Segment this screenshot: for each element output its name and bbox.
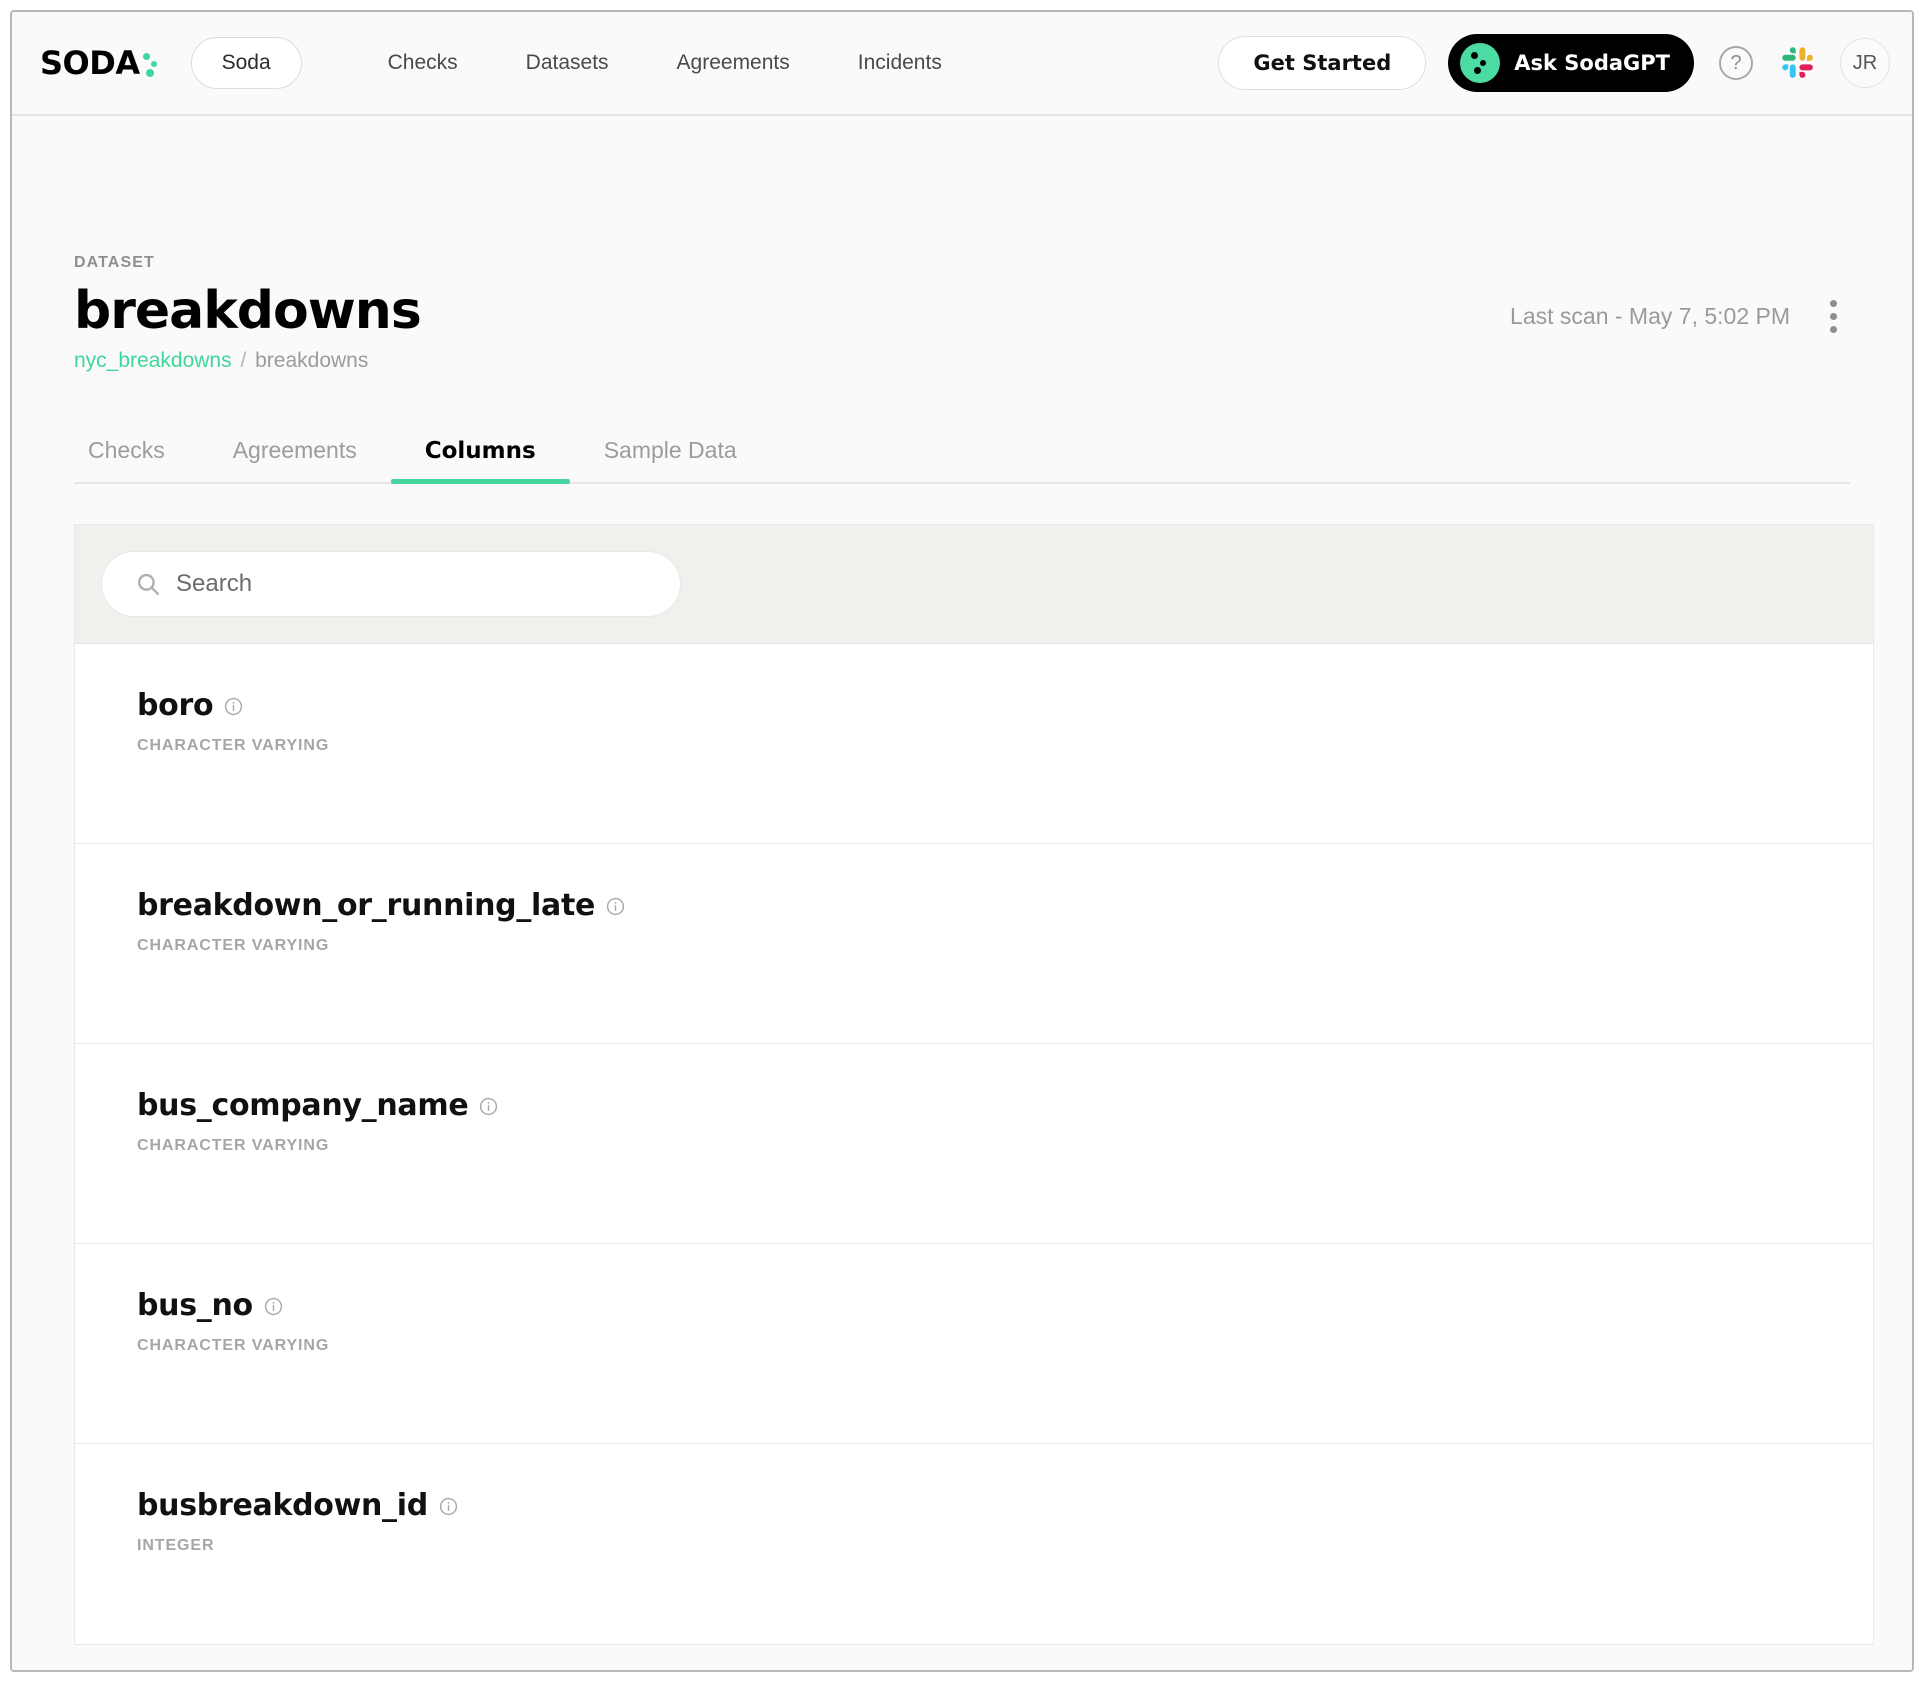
workspace-switcher-button[interactable]: Soda	[191, 37, 302, 89]
dataset-header: DATASET breakdowns nyc_breakdowns / brea…	[74, 116, 1850, 373]
nav-item-agreements[interactable]: Agreements	[643, 41, 824, 85]
nav-item-checks[interactable]: Checks	[354, 41, 492, 85]
nav-item-datasets[interactable]: Datasets	[492, 41, 643, 85]
info-icon[interactable]	[439, 1497, 458, 1516]
more-options-kebab-icon[interactable]	[1816, 296, 1850, 336]
breadcrumb: nyc_breakdowns / breakdowns	[74, 349, 1850, 373]
soda-logo[interactable]: SODA	[40, 44, 163, 82]
last-scan-label: Last scan - May 7, 5:02 PM	[1510, 303, 1790, 330]
info-icon[interactable]	[479, 1097, 498, 1116]
column-name: busbreakdown_id	[137, 1488, 428, 1523]
column-row-busbreakdown-id[interactable]: busbreakdown_id INTEGER	[75, 1444, 1873, 1644]
search-wrapper	[101, 551, 681, 617]
info-icon[interactable]	[606, 897, 625, 916]
column-type: INTEGER	[137, 1537, 1811, 1555]
breadcrumb-current: breakdowns	[255, 349, 368, 372]
ask-sodagpt-button[interactable]: Ask SodaGPT	[1448, 34, 1694, 92]
column-type: CHARACTER VARYING	[137, 1137, 1811, 1155]
column-name-line: bus_company_name	[137, 1088, 1811, 1123]
tab-sample-data[interactable]: Sample Data	[570, 425, 771, 482]
slack-icon	[1781, 46, 1815, 80]
column-row-breakdown-or-running-late[interactable]: breakdown_or_running_late CHARACTER VARY…	[75, 844, 1873, 1044]
search-input[interactable]	[101, 551, 681, 617]
primary-nav-links: Checks Datasets Agreements Incidents	[354, 41, 976, 85]
page-content: DATASET breakdowns nyc_breakdowns / brea…	[12, 116, 1912, 1670]
info-icon[interactable]	[224, 697, 243, 716]
dataset-tabs: Checks Agreements Columns Sample Data	[74, 425, 1850, 484]
column-name-line: boro	[137, 688, 1811, 723]
top-navigation-bar: SODA Soda Checks Datasets Agreements Inc…	[12, 12, 1912, 116]
column-row-bus-company-name[interactable]: bus_company_name CHARACTER VARYING	[75, 1044, 1873, 1244]
info-icon[interactable]	[264, 1297, 283, 1316]
column-name-line: bus_no	[137, 1288, 1811, 1323]
logo-dots-icon	[141, 47, 163, 79]
breadcrumb-source-link[interactable]: nyc_breakdowns	[74, 349, 232, 372]
tab-checks[interactable]: Checks	[74, 425, 199, 482]
column-row-boro[interactable]: boro CHARACTER VARYING	[75, 644, 1873, 844]
sodagpt-avatar-icon	[1460, 43, 1500, 83]
column-name: breakdown_or_running_late	[137, 888, 595, 923]
ask-sodagpt-label: Ask SodaGPT	[1514, 51, 1670, 75]
column-name-line: busbreakdown_id	[137, 1488, 1811, 1523]
top-navigation-actions: Get Started Ask SodaGPT ? JR	[1218, 34, 1890, 92]
column-name: bus_no	[137, 1288, 253, 1323]
get-started-button[interactable]: Get Started	[1218, 36, 1426, 90]
columns-toolbar	[75, 525, 1873, 644]
breadcrumb-separator: /	[237, 349, 249, 372]
help-button[interactable]: ?	[1716, 43, 1756, 83]
column-type: CHARACTER VARYING	[137, 737, 1811, 755]
avatar-initials: JR	[1853, 52, 1877, 75]
dataset-header-actions: Last scan - May 7, 5:02 PM	[1510, 296, 1850, 336]
browser-window: SODA Soda Checks Datasets Agreements Inc…	[10, 10, 1914, 1672]
column-name: boro	[137, 688, 213, 723]
column-row-bus-no[interactable]: bus_no CHARACTER VARYING	[75, 1244, 1873, 1444]
nav-item-incidents[interactable]: Incidents	[824, 41, 976, 85]
logo-wordmark: SODA	[40, 44, 140, 82]
column-type: CHARACTER VARYING	[137, 1337, 1811, 1355]
tab-columns[interactable]: Columns	[391, 426, 570, 482]
columns-card: boro CHARACTER VARYING breakdown_or_runn…	[74, 524, 1874, 1645]
help-circle-icon: ?	[1719, 46, 1753, 80]
page-eyebrow: DATASET	[74, 254, 1850, 272]
tab-agreements[interactable]: Agreements	[199, 425, 391, 482]
column-type: CHARACTER VARYING	[137, 937, 1811, 955]
slack-button[interactable]	[1778, 43, 1818, 83]
user-avatar[interactable]: JR	[1840, 38, 1890, 88]
column-name: bus_company_name	[137, 1088, 468, 1123]
column-name-line: breakdown_or_running_late	[137, 888, 1811, 923]
